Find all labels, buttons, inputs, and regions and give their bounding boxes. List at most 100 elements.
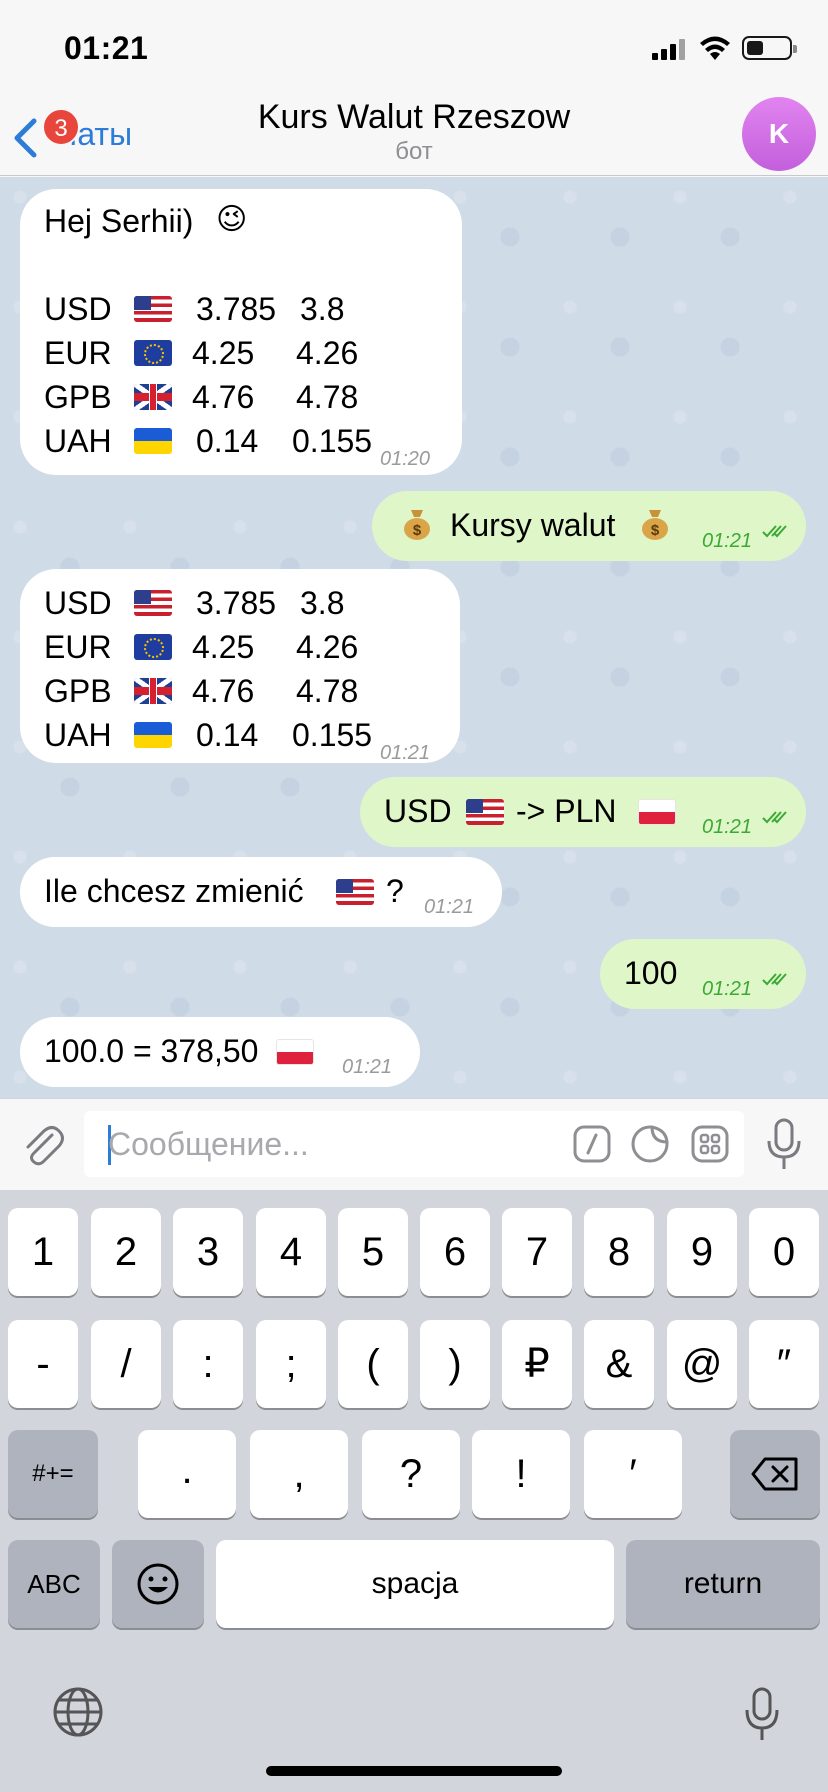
message-text: 100.0 = 378,50 [44,1033,259,1069]
key-1[interactable]: 1 [8,1208,78,1296]
double-check-icon [762,525,787,538]
uk-flag-icon [134,384,172,410]
rate-row-usd: USD 3.785 3.8 [44,585,345,621]
outgoing-message: USD -> PLN 01:21 [360,777,806,847]
eu-flag-icon [134,340,172,366]
key-ampersand[interactable]: & [584,1320,654,1408]
key-apostrophe[interactable]: ′ [584,1430,682,1518]
message-greeting: Hej Serhii) [44,203,194,239]
bot-keyboard-icon[interactable] [690,1124,730,1164]
rate-row-eur: EUR 4.25 4.26 [44,335,359,371]
key-7[interactable]: 7 [502,1208,572,1296]
eu-flag-icon [134,634,172,660]
message-text-suffix: ? [386,873,404,909]
sticker-icon[interactable] [630,1124,670,1164]
key-6[interactable]: 6 [420,1208,490,1296]
key-exclamation[interactable]: ! [472,1430,570,1518]
key-close-paren[interactable]: ) [420,1320,490,1408]
message-time: 01:21 [342,1056,393,1078]
key-5[interactable]: 5 [338,1208,408,1296]
key-4[interactable]: 4 [256,1208,326,1296]
delete-key[interactable] [730,1430,820,1518]
incoming-message: USD 3.785 3.8 EUR 4.25 4.26 GPB 4.76 4.7… [20,569,460,764]
paperclip-icon[interactable] [18,1121,66,1169]
message-input-bar [0,1098,828,1190]
pl-flag-icon [638,799,676,825]
double-check-icon [762,811,787,824]
message-time: 01:21 [380,742,431,764]
us-flag-icon [466,799,504,825]
status-bar: 01:21 [0,0,828,88]
wifi-icon [700,36,730,60]
message-text: Kursy walut [450,507,616,543]
rate-row-gpb: GPB 4.76 4.78 [44,673,359,709]
key-colon[interactable]: : [173,1320,243,1408]
key-quote[interactable]: ″ [749,1320,819,1408]
key-0[interactable]: 0 [749,1208,819,1296]
message-text: 100 [624,955,678,991]
message-time: 01:21 [702,978,753,1000]
bot-commands-icon[interactable] [572,1124,612,1164]
pl-flag-icon [276,1039,314,1065]
emoji-key[interactable] [112,1540,204,1628]
key-8[interactable]: 8 [584,1208,654,1296]
wink-emoji: 😉 [216,203,248,236]
message-time: 01:20 [380,448,431,470]
ua-flag-icon [134,428,172,454]
incoming-message: Hej Serhii) 😉 USD 3.785 3.8 EUR 4.25 4.2… [20,189,462,475]
key-open-paren[interactable]: ( [338,1320,408,1408]
message-text: Ile chcesz zmienić [44,873,304,909]
rate-row-gpb: GPB 4.76 4.78 [44,379,359,415]
key-slash[interactable]: / [91,1320,161,1408]
key-3[interactable]: 3 [173,1208,243,1296]
double-check-icon [762,973,787,986]
key-period[interactable]: . [138,1430,236,1518]
outgoing-message: 100 01:21 [600,939,806,1009]
chat-header: Чаты 3 Kurs Walut Rzeszow бот K [0,88,828,176]
message-from-currency: USD [384,793,452,829]
status-time: 01:21 [64,30,149,66]
battery-icon [742,36,797,60]
message-field[interactable] [84,1111,744,1177]
key-question[interactable]: ? [362,1430,460,1518]
key-semicolon[interactable]: ; [256,1320,326,1408]
key-9[interactable]: 9 [667,1208,737,1296]
backspace-icon [751,1457,798,1491]
chat-title: Kurs Walut Rzeszow [257,98,571,136]
key-ruble[interactable]: ₽ [502,1320,572,1408]
outgoing-message: $ Kursy walut $ 01:21 [372,491,806,561]
return-key[interactable]: return [626,1540,820,1628]
space-key[interactable]: spacja [216,1540,614,1628]
message-list[interactable]: Hej Serhii) 😉 USD 3.785 3.8 EUR 4.25 4.2… [0,177,828,1098]
key-hyphen[interactable]: - [8,1320,78,1408]
incoming-message: 100.0 = 378,50 01:21 [20,1017,420,1087]
globe-icon[interactable] [52,1686,104,1738]
keyboard: 1 2 3 4 5 6 7 8 9 0 - / : ; ( ) ₽ & @ ″ … [0,1190,828,1792]
cellular-signal-icon [652,38,688,60]
message-input[interactable] [108,1119,538,1169]
us-flag-icon [336,879,374,905]
smiley-icon [137,1563,179,1605]
key-2[interactable]: 2 [91,1208,161,1296]
chat-subtitle: бот [395,138,433,165]
key-at[interactable]: @ [667,1320,737,1408]
dictation-microphone-icon[interactable] [742,1686,782,1744]
rate-row-usd: USD 3.785 3.8 [44,291,345,327]
us-flag-icon [134,590,172,616]
money-bag-icon: $ [404,510,430,540]
money-bag-icon: $ [642,510,668,540]
svg-text:$: $ [651,522,660,539]
message-to-currency: -> PLN [516,793,617,829]
incoming-message: Ile chcesz zmienić ? 01:21 [20,857,502,927]
svg-text:$: $ [413,522,422,539]
home-indicator[interactable] [266,1766,562,1776]
uk-flag-icon [134,678,172,704]
symbols-key[interactable]: #+= [8,1430,98,1518]
rate-row-eur: EUR 4.25 4.26 [44,629,359,665]
microphone-icon[interactable] [764,1117,804,1173]
key-comma[interactable]: , [250,1430,348,1518]
us-flag-icon [134,296,172,322]
message-time: 01:21 [702,530,753,552]
abc-key[interactable]: ABC [8,1540,100,1628]
avatar[interactable]: K [742,97,816,171]
